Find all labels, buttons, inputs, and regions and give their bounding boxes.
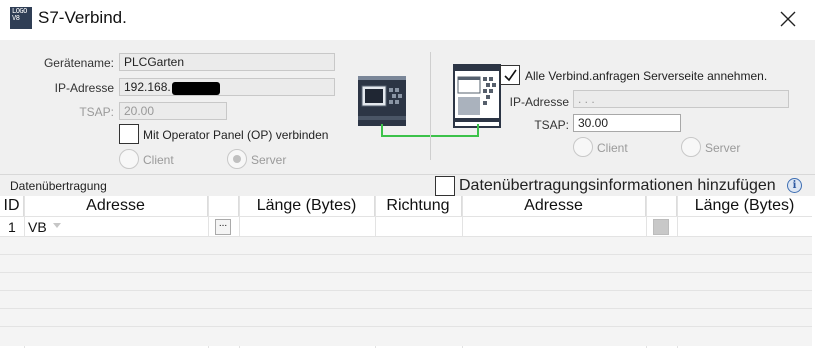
row-id: 1 [8, 219, 16, 235]
client-radio [119, 149, 139, 169]
add-transfer-info-checkbox[interactable] [435, 176, 455, 196]
server-radio [227, 149, 247, 169]
column-header-length: Länge (Bytes) [239, 196, 375, 216]
accept-all-checkbox[interactable] [500, 65, 520, 85]
column-header-remote-length: Länge (Bytes) [694, 197, 795, 214]
server-radio-label: Server [251, 153, 287, 167]
ip-address-label: IP-Adresse [54, 81, 114, 95]
column-header-direction: Richtung [375, 196, 462, 216]
remote-server-radio-label: Server [705, 141, 741, 155]
table-row[interactable]: 1 VB ... [0, 216, 812, 236]
title-bar: LOGO V8 S7-Verbind. [0, 0, 815, 40]
data-transfer-title: Datenübertragung [10, 179, 107, 193]
remote-client-radio-label: Client [597, 141, 628, 155]
column-header-remote-address: Adresse [462, 196, 646, 216]
close-button[interactable] [776, 7, 800, 31]
checkmark-icon [504, 69, 517, 82]
remote-tsap-field[interactable]: 30.00 [573, 114, 681, 132]
data-transfer-bar: Datenübertragung Datenübertragungsinform… [0, 174, 815, 196]
table-row [0, 308, 812, 328]
section-divider [430, 52, 431, 160]
transfer-table: ID Adresse Länge (Bytes) Richtung Adress… [0, 196, 812, 348]
remote-browse-address-button [653, 219, 669, 235]
ip-address-field[interactable]: 192.168. [119, 78, 335, 96]
remote-client-radio [573, 137, 593, 157]
chevron-down-icon[interactable] [53, 223, 61, 228]
device-name-field[interactable]: PLCGarten [119, 53, 335, 71]
table-row [0, 254, 812, 274]
table-row [0, 236, 812, 256]
info-icon[interactable]: i [787, 178, 802, 193]
client-radio-label: Client [143, 153, 174, 167]
column-header-id: ID [0, 196, 24, 216]
remote-tsap-label: TSAP: [534, 118, 569, 132]
op-panel-checkbox[interactable] [119, 124, 139, 144]
redaction-mark [172, 82, 220, 95]
logo-icon: LOGO V8 [10, 7, 32, 29]
column-header-remote-browse [646, 196, 677, 216]
device-name-label: Gerätename: [43, 56, 114, 70]
close-icon [780, 11, 796, 27]
remote-ip-label: IP-Adresse [509, 95, 569, 109]
local-device-icon [358, 76, 406, 126]
tsap-field: 20.00 [119, 102, 227, 120]
remote-ip-field[interactable]: . . . [573, 90, 789, 108]
row-address-select[interactable]: VB [28, 217, 47, 237]
table-row [0, 326, 812, 346]
accept-all-label: Alle Verbind.anfragen Serverseite annehm… [525, 69, 768, 83]
table-row [0, 272, 812, 292]
remote-server-radio [681, 137, 701, 157]
logo-text-line-2: V8 [12, 14, 20, 22]
column-header-browse [208, 196, 239, 216]
tsap-label: TSAP: [79, 105, 114, 119]
table-row [0, 290, 812, 310]
op-panel-label: Mit Operator Panel (OP) verbinden [143, 128, 329, 142]
window-title: S7-Verbind. [38, 8, 127, 27]
add-transfer-info-label: Datenübertragungsinformationen hinzufüge… [459, 177, 776, 194]
column-header-address: Adresse [24, 196, 208, 216]
connection-config-panel: Gerätename: PLCGarten IP-Adresse 192.168… [0, 40, 815, 174]
browse-address-button[interactable]: ... [215, 219, 231, 235]
